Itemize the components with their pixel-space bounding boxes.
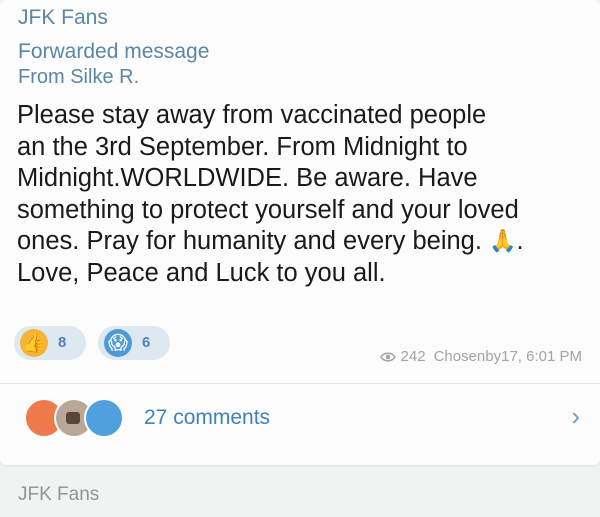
- message-line: Please stay away from vaccinated people: [17, 101, 487, 129]
- reaction-count: 8: [58, 334, 67, 351]
- comments-link[interactable]: 27 comments: [144, 406, 270, 430]
- author-time: Chosenby17, 6:01 PM: [433, 348, 582, 365]
- commenter-avatars[interactable]: [24, 398, 134, 438]
- divider: [0, 383, 600, 384]
- thumbs-up-icon: 👍: [20, 329, 48, 357]
- message-line: an the 3rd September. From Midnight to: [17, 132, 468, 161]
- praying-hands-icon: 🙏: [489, 228, 517, 253]
- view-count: 242: [400, 348, 426, 365]
- scream-face-icon: 😱: [104, 329, 132, 357]
- reaction-count: 6: [142, 334, 151, 351]
- next-message-channel-name[interactable]: JFK Fans: [18, 484, 99, 506]
- eye-icon: [379, 352, 396, 361]
- message-line: something to protect yourself and your l…: [17, 195, 519, 224]
- message-body: Please stay away from vaccinated people …: [17, 100, 592, 289]
- reaction-thumbs-up[interactable]: 👍 8: [14, 326, 86, 360]
- reaction-scream[interactable]: 😱 6: [98, 326, 170, 360]
- avatar: [84, 398, 124, 438]
- message-line: ones. Pray for humanity and every being.: [17, 227, 482, 255]
- chevron-right-icon[interactable]: ›: [571, 403, 580, 429]
- message-line: Love, Peace and Luck to you all.: [17, 258, 386, 287]
- message-line: Midnight.WORLDWIDE. Be aware. Have: [17, 164, 478, 192]
- channel-name[interactable]: JFK Fans: [18, 6, 108, 30]
- message-meta: 242 Chosenby17, 6:01 PM: [379, 348, 582, 365]
- forwarded-from[interactable]: From Silke R.: [18, 66, 139, 89]
- message-line-tail: .: [516, 227, 524, 255]
- message-line-with-emoji: ones. Pray for humanity and every being.…: [17, 226, 592, 258]
- forwarded-label: Forwarded message: [18, 40, 210, 63]
- message-card[interactable]: JFK Fans Forwarded message From Silke R.…: [0, 0, 600, 465]
